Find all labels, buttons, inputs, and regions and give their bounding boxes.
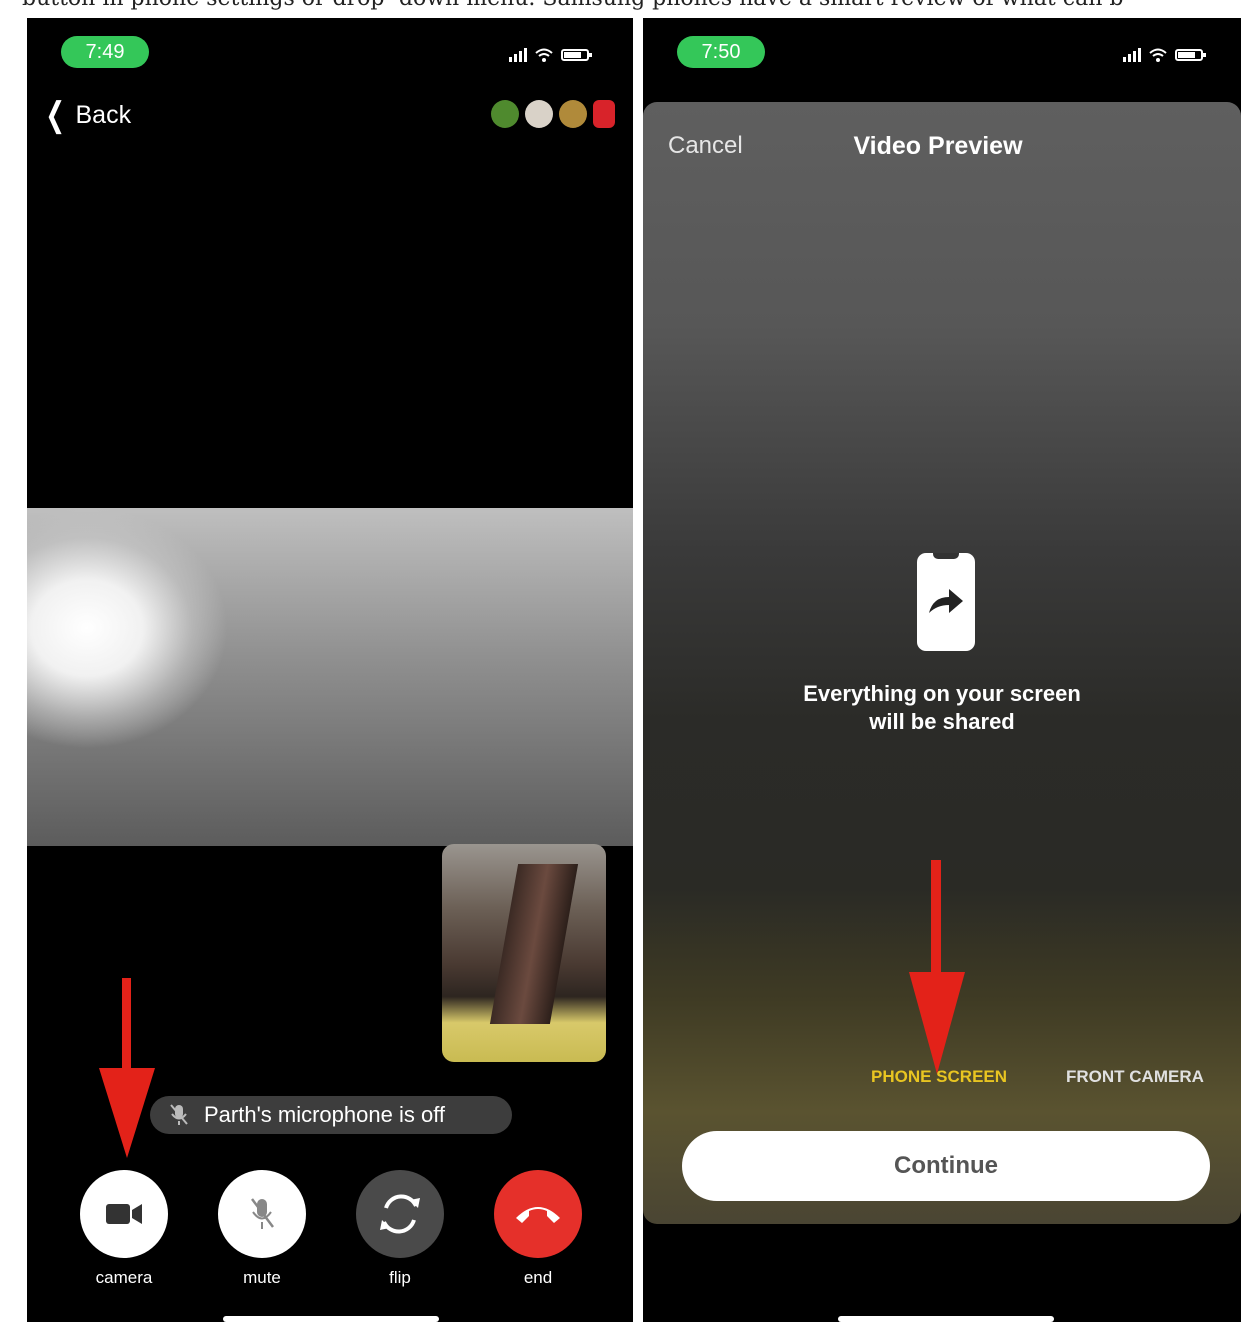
soda-can-icon[interactable] xyxy=(593,100,615,128)
flip-button[interactable] xyxy=(356,1170,444,1258)
sheet-title: Video Preview xyxy=(853,132,1023,160)
toast-text: Parth's microphone is off xyxy=(204,1102,446,1127)
end-call-icon xyxy=(516,1207,560,1223)
status-icons xyxy=(509,48,592,62)
status-time: 7:50 xyxy=(677,36,765,68)
share-message-line2: will be shared xyxy=(869,709,1015,734)
share-message: Everything on your screen will be shared xyxy=(643,680,1241,736)
screen-share-icon xyxy=(917,553,975,651)
back-label: Back xyxy=(75,100,132,129)
continue-button[interactable]: Continue xyxy=(682,1131,1210,1201)
call-screen: 7:49 ❮ Back Parth's microphone is off ca… xyxy=(27,18,633,1322)
share-arrow-icon xyxy=(929,589,963,613)
flip-control[interactable]: flip xyxy=(356,1170,444,1288)
status-icons xyxy=(1123,48,1206,62)
self-video-thumbnail[interactable] xyxy=(442,844,606,1062)
mute-control[interactable]: mute xyxy=(218,1170,306,1288)
camera-button[interactable] xyxy=(80,1170,168,1258)
microphone-off-icon xyxy=(251,1198,274,1229)
red-arrow-annotation xyxy=(99,978,155,1158)
tree-icon[interactable] xyxy=(491,100,519,128)
wifi-icon xyxy=(1149,48,1167,62)
home-indicator xyxy=(223,1316,439,1322)
mute-label: mute xyxy=(243,1268,281,1287)
end-label: end xyxy=(523,1268,553,1287)
front-camera-option[interactable]: FRONT CAMERA xyxy=(1066,1067,1204,1087)
camera-control[interactable]: camera xyxy=(80,1170,168,1288)
shell-icon[interactable] xyxy=(525,100,553,128)
end-control[interactable]: end xyxy=(494,1170,582,1288)
page-caption: button in phone settings or drop -down m… xyxy=(22,0,1241,11)
flip-label: flip xyxy=(389,1268,411,1287)
battery-icon xyxy=(1175,49,1206,61)
microphone-off-icon xyxy=(170,1104,188,1125)
reaction-icons xyxy=(491,100,615,128)
wifi-icon xyxy=(535,48,553,62)
video-preview-screen: 7:50 Cancel Video Preview Everything on … xyxy=(643,18,1241,1322)
microphone-off-toast: Parth's microphone is off xyxy=(150,1096,512,1134)
chevron-left-icon: ❮ xyxy=(45,96,66,134)
home-indicator xyxy=(838,1316,1054,1322)
signal-icon xyxy=(509,48,527,62)
share-message-line1: Everything on your screen xyxy=(803,681,1081,706)
back-button[interactable]: ❮ Back xyxy=(41,98,131,132)
red-arrow-annotation xyxy=(909,860,965,1074)
end-call-button[interactable] xyxy=(494,1170,582,1258)
signal-icon xyxy=(1123,48,1141,62)
mute-button[interactable] xyxy=(218,1170,306,1258)
camera-label: camera xyxy=(95,1268,153,1287)
screenshot-divider xyxy=(633,18,643,1322)
palm-icon[interactable] xyxy=(559,100,587,128)
remote-video xyxy=(27,508,633,846)
flip-camera-icon xyxy=(380,1194,420,1234)
video-camera-icon xyxy=(106,1204,142,1224)
battery-icon xyxy=(561,49,592,61)
status-time: 7:49 xyxy=(61,36,149,68)
